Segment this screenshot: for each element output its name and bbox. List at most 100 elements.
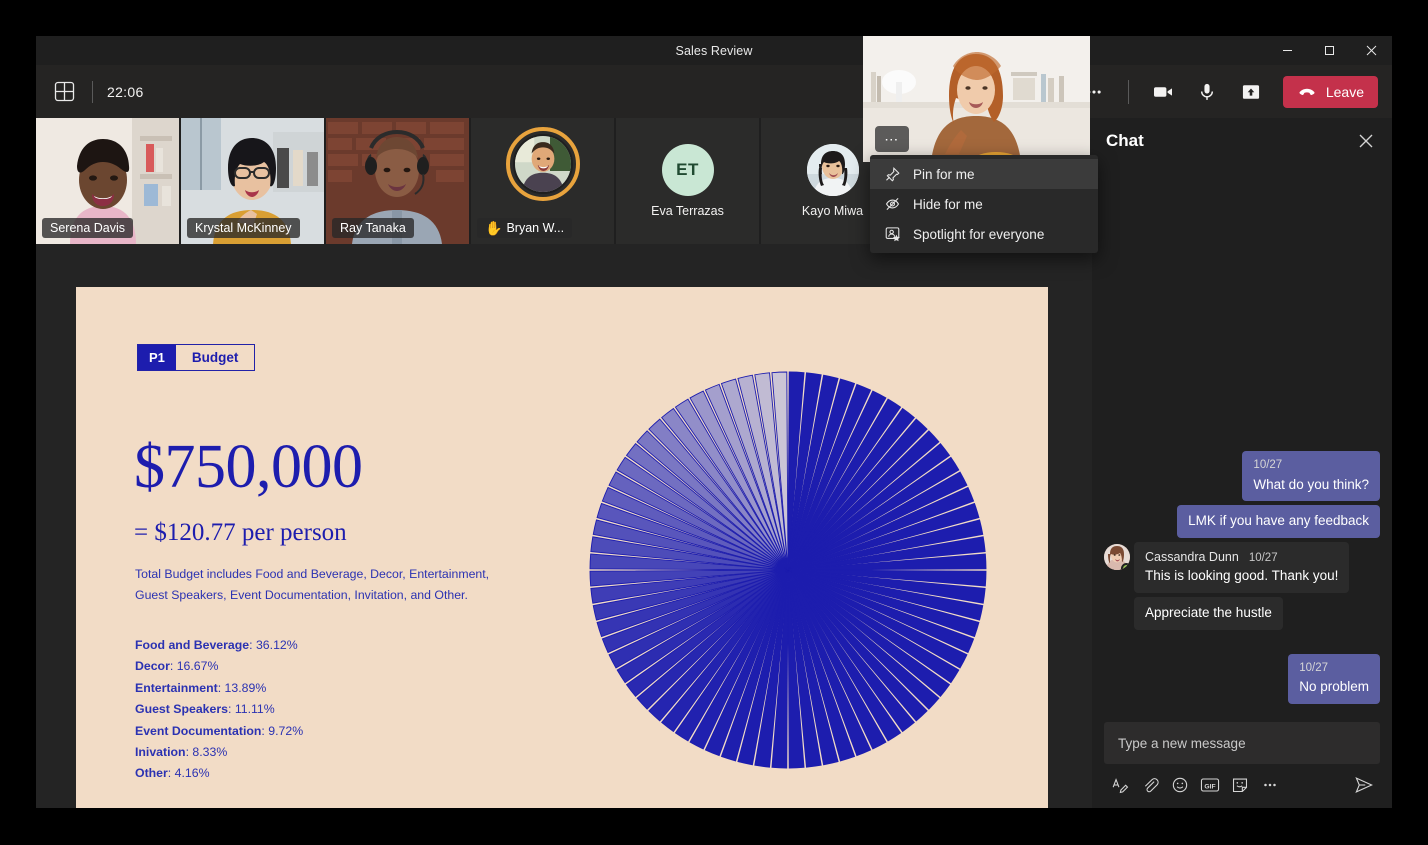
spotlight-person-icon [884,226,901,243]
message-timestamp: 10/27 [1249,551,1278,566]
meeting-timer: 22:06 [107,84,144,100]
participant-tile[interactable]: ✋ Bryan W... [471,118,614,244]
legend-label: Food and Beverage [135,638,249,652]
format-text-icon[interactable] [1106,772,1134,798]
message-author: Cassandra Dunn [1145,549,1239,566]
emoji-icon[interactable] [1166,772,1194,798]
slide-badge: P1 Budget [137,344,255,371]
paperclip-icon[interactable] [1136,772,1164,798]
message-input-placeholder: Type a new message [1118,736,1246,751]
legend-value: 11.11 [235,702,264,716]
close-button[interactable] [1350,36,1392,65]
leave-button[interactable]: Leave [1283,76,1378,108]
participant-name: Ray Tanaka [340,221,406,235]
chat-message-list[interactable]: 10/27 What do you think? LMK if you have… [1092,164,1392,716]
chat-panel-title: Chat [1106,131,1144,151]
legend-item: Food and Beverage: 36.12% [135,635,303,656]
message-text: LMK if you have any feedback [1188,512,1369,530]
message-timestamp: 10/27 [1253,458,1369,473]
participant-tile[interactable]: Ray Tanaka [326,118,469,244]
context-menu-item-pin-for-me[interactable]: Pin for me [870,159,1098,189]
context-menu-item-spotlight-for-everyone[interactable]: Spotlight for everyone [870,219,1098,249]
shared-content-stage: P1 Budget $750,000 = $120.77 per person … [36,244,1092,808]
window-title: Sales Review [676,44,753,58]
teams-meeting-window: Sales Review [36,36,1392,808]
message-text: No problem [1299,678,1369,696]
participant-name-chip: Serena Davis [42,218,133,238]
legend-item: Inivation: 8.33% [135,742,303,763]
avatar[interactable] [1104,544,1130,570]
chat-message-incoming[interactable]: Appreciate the hustle [1134,597,1283,630]
sticker-icon[interactable] [1226,772,1254,798]
gif-icon[interactable]: GIF [1196,772,1224,798]
window-titlebar: Sales Review [36,36,1392,65]
message-text: What do you think? [1253,476,1369,494]
legend-value: 36.12 [256,638,287,652]
participant-name: Krystal McKinney [195,221,292,235]
chat-composer: Type a new message [1092,716,1392,808]
chat-message-outgoing[interactable]: 10/27 No problem [1288,654,1380,704]
toolbar-divider [92,81,93,103]
participant-name: Eva Terrazas [651,204,724,218]
slide-description-line-2: Guest Speakers, Event Documentation, Inv… [135,585,515,606]
eye-off-icon [884,196,901,213]
message-input[interactable]: Type a new message [1104,722,1380,764]
minimize-button[interactable] [1266,36,1308,65]
legend-label: Other [135,766,168,780]
message-text: This is looking good. Thank you! [1145,567,1338,585]
participant-tile[interactable]: Serena Davis [36,118,179,244]
meeting-toolbar-left: 22:06 [36,78,144,106]
avatar-initials: ET [662,144,714,196]
slide-description-line-1: Total Budget includes Food and Beverage,… [135,564,515,585]
share-screen-icon-button[interactable] [1229,72,1273,112]
tile-context-menu: Pin for me Hide for me [870,155,1098,253]
chat-messages: 10/27 What do you think? LMK if you have… [1104,451,1380,708]
participant-name: Kayo Miwa [802,204,863,218]
window-controls [1266,36,1392,65]
send-icon[interactable] [1350,772,1378,798]
presence-available-icon [1121,563,1130,570]
grid-layout-icon[interactable] [50,78,78,106]
spotlight-video-tile[interactable]: ⋯ [863,36,1090,162]
legend-value: 13.89 [225,681,256,695]
legend-item: Event Documentation: 9.72% [135,721,303,742]
participant-name-chip: Ray Tanaka [332,218,414,238]
legend-item: Other: 4.16% [135,763,303,784]
participant-tile[interactable]: Krystal McKinney [181,118,324,244]
chat-message-incoming[interactable]: Cassandra Dunn 10/27 This is looking goo… [1134,542,1349,593]
slide-badge-tag: P1 [138,345,176,370]
more-horizontal-icon[interactable] [1256,772,1284,798]
participant-avatar-block: ET Eva Terrazas [616,118,759,244]
legend-item: Decor: 16.67% [135,656,303,677]
legend-label: Inivation [135,745,186,759]
pie-chart-svg [588,370,988,770]
composer-toolbar: GIF [1104,764,1380,798]
context-menu-label: Hide for me [913,197,983,212]
legend-label: Event Documentation [135,724,261,738]
legend-label: Entertainment [135,681,218,695]
chat-message-outgoing[interactable]: 10/27 What do you think? [1242,451,1380,501]
message-header: Cassandra Dunn 10/27 [1145,549,1338,566]
participant-tile[interactable]: ET Eva Terrazas [616,118,759,244]
slide-total-amount: $750,000 [134,432,363,503]
more-horizontal-icon[interactable]: ⋯ [875,126,909,152]
participant-name: Bryan W... [506,221,564,235]
svg-text:GIF: GIF [1204,783,1215,790]
legend-item: Entertainment: 13.89% [135,678,303,699]
participant-name-chip: ✋ Bryan W... [477,218,572,238]
message-text: Appreciate the hustle [1145,604,1272,622]
legend-item: Guest Speakers: 11.11% [135,699,303,720]
close-icon[interactable] [1352,127,1380,155]
legend-value: 8.33 [192,745,216,759]
chat-message-incoming-group: Cassandra Dunn 10/27 This is looking goo… [1104,542,1380,630]
context-menu-item-hide-for-me[interactable]: Hide for me [870,189,1098,219]
microphone-icon-button[interactable] [1185,72,1229,112]
hang-up-icon [1297,80,1317,103]
chat-message-outgoing[interactable]: LMK if you have any feedback [1177,505,1380,538]
maximize-button[interactable] [1308,36,1350,65]
slide-badge-title: Budget [176,345,255,370]
presentation-slide[interactable]: P1 Budget $750,000 = $120.77 per person … [76,287,1048,808]
camera-icon-button[interactable] [1141,72,1185,112]
participant-name-chip: Krystal McKinney [187,218,300,238]
legend-label: Guest Speakers [135,702,228,716]
